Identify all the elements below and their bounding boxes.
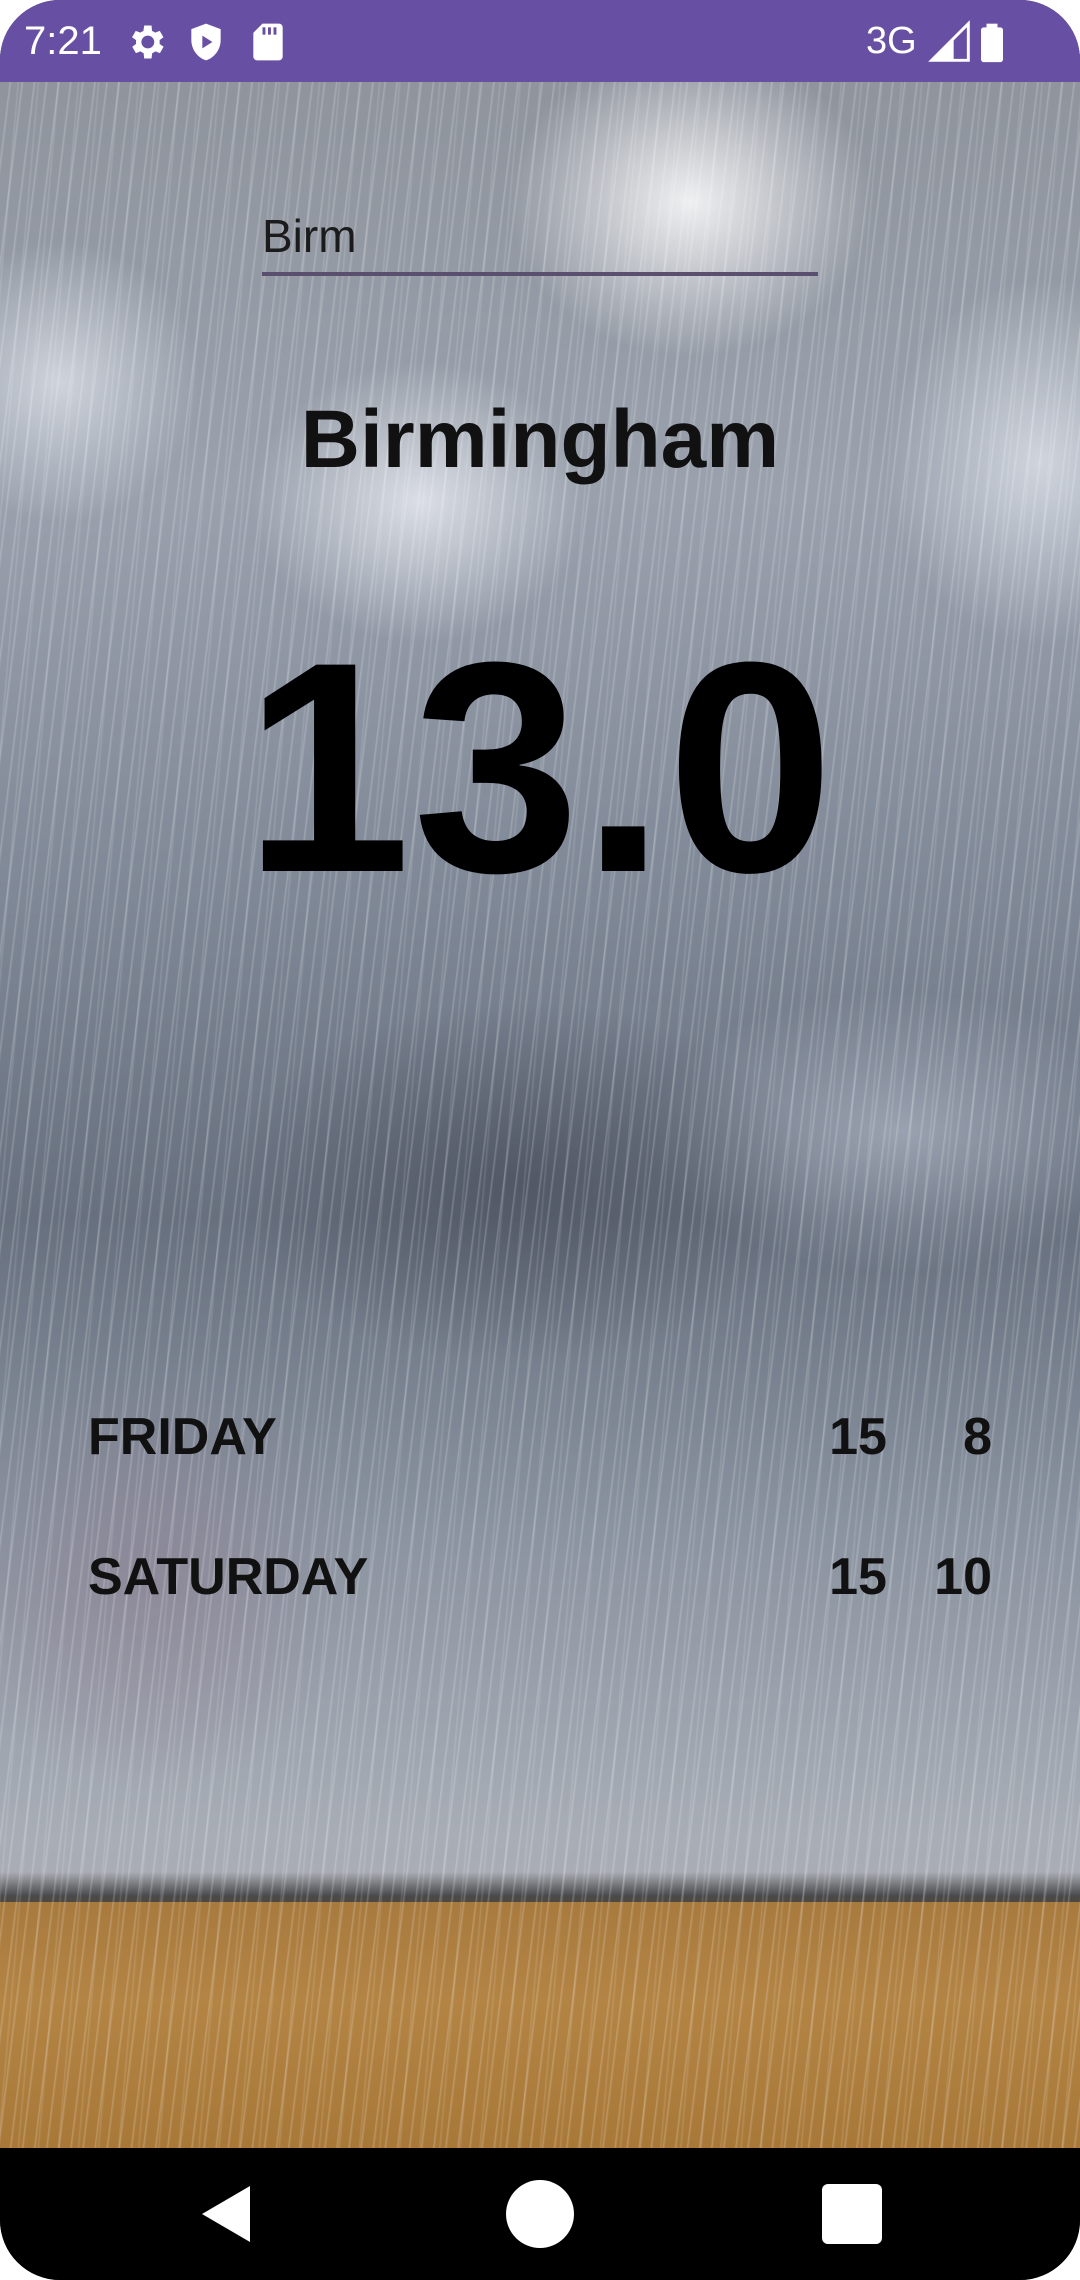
forecast-row: FRIDAY 15 8	[88, 1402, 992, 1472]
battery-icon	[981, 23, 1003, 63]
city-search-input[interactable]	[262, 200, 818, 276]
shield-icon	[191, 23, 221, 61]
forecast-low: 8	[963, 1408, 992, 1466]
forecast-low: 10	[934, 1548, 992, 1606]
forecast-day: SATURDAY	[88, 1548, 369, 1606]
network-type: 3G	[866, 20, 917, 62]
navigation-bar	[0, 2148, 1080, 2280]
back-icon[interactable]	[186, 2174, 266, 2254]
status-bar: 7:21 3G	[0, 0, 1080, 82]
recents-icon[interactable]	[812, 2174, 892, 2254]
forecast-row: SATURDAY 15 10	[88, 1542, 992, 1612]
sd-card-icon	[253, 23, 283, 61]
phone-screen: 7:21 3G Birmingham 1	[0, 0, 1080, 2280]
forecast-day: FRIDAY	[88, 1408, 277, 1466]
current-temperature: 13.0	[244, 599, 836, 935]
city-name: Birmingham	[300, 394, 780, 485]
signal-icon	[928, 20, 970, 62]
gear-icon	[132, 25, 164, 59]
status-time: 7:21	[24, 19, 102, 63]
weather-screen: Birmingham 13.0 FRIDAY 15 8 SATURDAY 15 …	[0, 82, 1080, 2148]
home-icon[interactable]	[500, 2174, 580, 2254]
